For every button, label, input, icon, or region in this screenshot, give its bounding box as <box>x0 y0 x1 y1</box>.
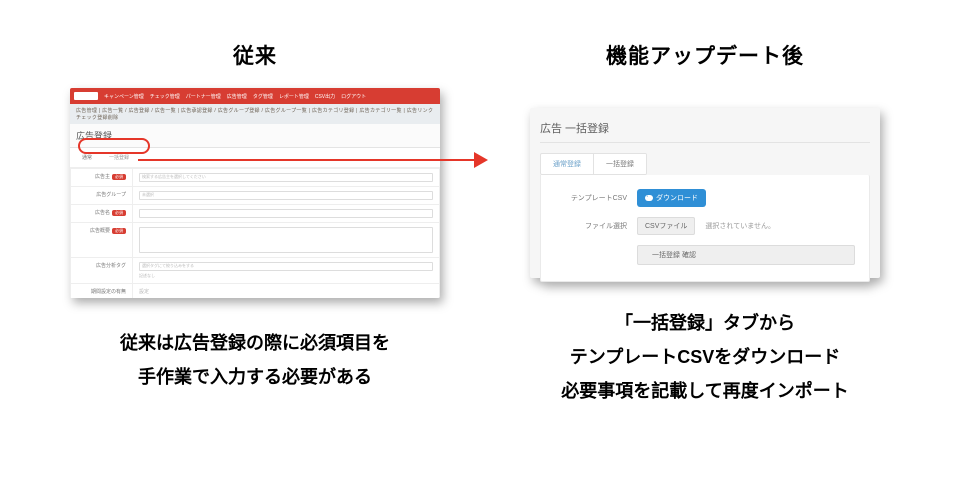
download-icon <box>645 195 653 201</box>
nav-item[interactable]: レポート管理 <box>279 93 309 100</box>
file-status: 選択されていません。 <box>705 221 775 231</box>
updated-caption: 「一括登録」タブから テンプレートCSVをダウンロード 必要事項を記載して再度イ… <box>490 306 920 409</box>
ad-name-input[interactable] <box>139 209 433 218</box>
legacy-screenshot: キャンペーン管理 チェック管理 パートナー管理 広告管理 タグ管理 レポート管理… <box>70 88 440 298</box>
caption-line: 手作業で入力する必要がある <box>40 360 470 394</box>
nav-item[interactable]: 広告管理 <box>227 93 247 100</box>
field-label: 広告主 <box>95 174 110 180</box>
page-title: 広告登録 <box>70 124 440 148</box>
field-label: 広告名 <box>95 210 110 216</box>
nav-item[interactable]: タグ管理 <box>253 93 273 100</box>
updated-screenshot: 広告 一括登録 通常登録 一括登録 テンプレートCSV ダウンロード ファイル選… <box>530 108 880 278</box>
template-label: テンプレートCSV <box>555 193 627 203</box>
table-row: 広告グループ 未選択 <box>71 187 440 205</box>
tab-normal[interactable]: 通常登録 <box>541 154 593 174</box>
logo <box>74 92 98 100</box>
required-badge: 必須 <box>112 228 126 234</box>
bulk-panel: テンプレートCSV ダウンロード ファイル選択 CSVファイル 選択されていませ… <box>540 175 870 282</box>
page-title: 広告 一括登録 <box>540 120 870 143</box>
file-row: ファイル選択 CSVファイル 選択されていません。 <box>555 217 855 235</box>
download-button-label: ダウンロード <box>656 193 698 203</box>
table-row: 広告概要必須 <box>71 223 440 258</box>
tag-note: 記述なし <box>139 273 433 279</box>
legacy-column: 従来 キャンペーン管理 チェック管理 パートナー管理 広告管理 タグ管理 レポー… <box>40 40 470 394</box>
ad-group-select[interactable]: 未選択 <box>139 191 433 200</box>
updated-title: 機能アップデート後 <box>490 40 920 70</box>
caption-line: 「一括登録」タブから <box>490 306 920 340</box>
choose-file-button[interactable]: CSVファイル <box>637 217 695 235</box>
tab-bulk[interactable]: 一括登録 <box>593 154 646 174</box>
template-row: テンプレートCSV ダウンロード <box>555 189 855 207</box>
advertiser-input[interactable]: 検索する広告主を選択してください <box>139 173 433 182</box>
ad-overview-textarea[interactable] <box>139 227 433 253</box>
table-row: 広告主必須 検索する広告主を選択してください <box>71 169 440 187</box>
legacy-tabs: 通常 一括登録 <box>70 148 440 168</box>
tag-input[interactable]: 選択タグにて絞り込みをする <box>139 262 433 271</box>
nav-item[interactable]: ログアウト <box>341 93 366 100</box>
caption-line: テンプレートCSVをダウンロード <box>490 340 920 374</box>
nav-item[interactable]: チェック管理 <box>150 93 180 100</box>
legacy-window: キャンペーン管理 チェック管理 パートナー管理 広告管理 タグ管理 レポート管理… <box>70 88 440 298</box>
nav-item[interactable]: パートナー管理 <box>186 93 221 100</box>
tab-bulk[interactable]: 一括登録 <box>103 152 135 163</box>
form-table: 広告主必須 検索する広告主を選択してください 広告グループ 未選択 広告名必須 … <box>70 168 440 298</box>
table-row: 期間設定の有無 設定 <box>71 284 440 299</box>
tab-normal[interactable]: 通常 <box>76 152 98 163</box>
field-label: 広告グループ <box>96 192 126 198</box>
updated-window: 広告 一括登録 通常登録 一括登録 テンプレートCSV ダウンロード ファイル選… <box>530 108 880 278</box>
breadcrumb: 広告管理 | 広告一覧 / 広告登録 / 広告一覧 | 広告承認登録 / 広告グ… <box>70 104 440 124</box>
table-row: 広告名必須 <box>71 205 440 223</box>
arrow-head-icon <box>474 152 488 168</box>
caption-line: 必要事項を記載して再度インポート <box>490 374 920 408</box>
file-label: ファイル選択 <box>555 221 627 231</box>
legacy-title: 従来 <box>40 40 470 70</box>
required-badge: 必須 <box>112 174 126 180</box>
legacy-navbar: キャンペーン管理 チェック管理 パートナー管理 広告管理 タグ管理 レポート管理… <box>70 88 440 104</box>
updated-column: 機能アップデート後 広告 一括登録 通常登録 一括登録 テンプレートCSV ダウ… <box>490 40 920 409</box>
confirm-button[interactable]: 一括登録 確認 <box>637 245 855 265</box>
download-button[interactable]: ダウンロード <box>637 189 706 207</box>
required-badge: 必須 <box>112 210 126 216</box>
legacy-caption: 従来は広告登録の際に必須項目を 手作業で入力する必要がある <box>40 326 470 394</box>
table-row: 広告分析タグ 選択タグにて絞り込みをする 記述なし <box>71 258 440 284</box>
nav-item[interactable]: CSV出力 <box>315 93 335 100</box>
field-label: 広告分析タグ <box>96 263 126 269</box>
field-label: 期間設定の有無 <box>91 289 126 295</box>
caption-line: 従来は広告登録の際に必須項目を <box>40 326 470 360</box>
nav-item[interactable]: キャンペーン管理 <box>104 93 144 100</box>
field-label: 広告概要 <box>90 228 110 234</box>
updated-tabs: 通常登録 一括登録 <box>540 153 647 175</box>
period-value: 設定 <box>139 289 149 295</box>
